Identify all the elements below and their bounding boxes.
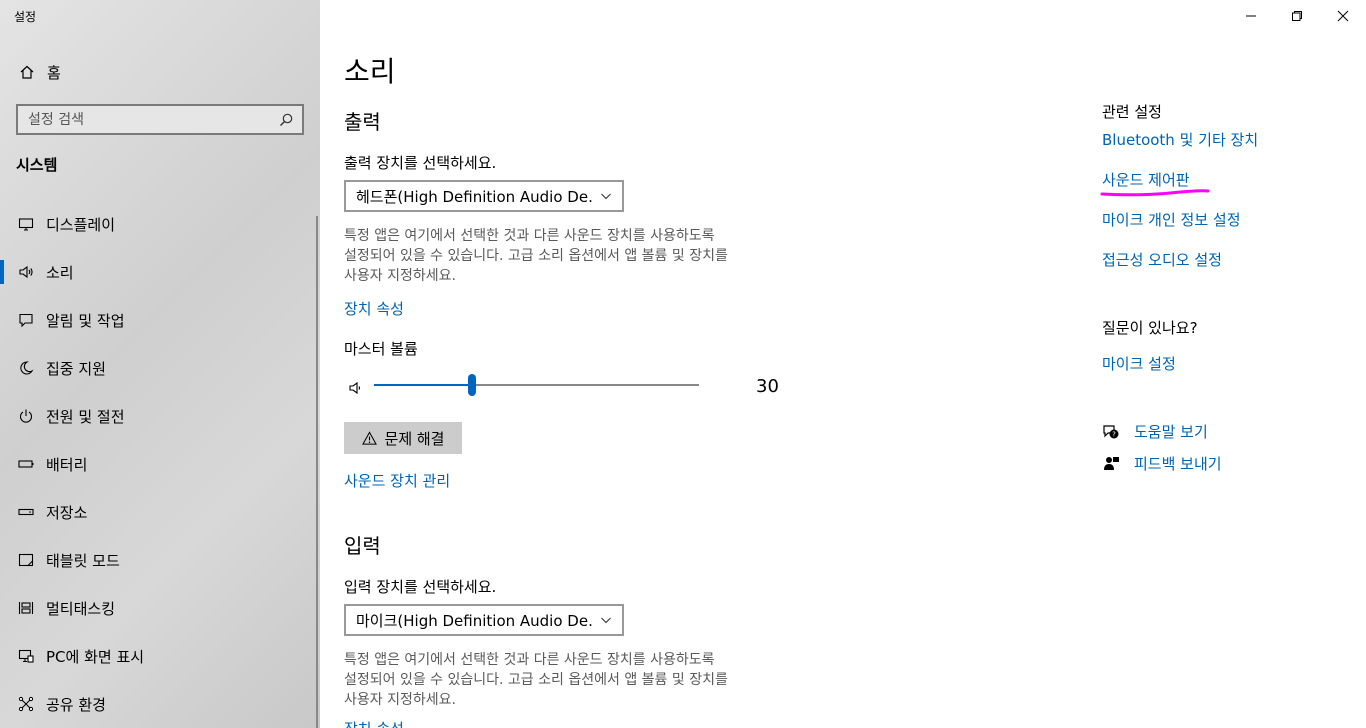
battery-icon <box>15 453 37 475</box>
output-desc-line: 특정 앱은 여기에서 선택한 것과 다른 사운드 장치를 사용하도록 <box>344 228 715 244</box>
sidebar-item-display[interactable]: 디스플레이 <box>0 200 320 248</box>
nav-home[interactable]: 홈 <box>16 60 61 84</box>
sidebar-scrollbar[interactable] <box>316 216 318 728</box>
sidebar-item-label: 소리 <box>46 263 74 282</box>
warning-icon <box>361 430 377 445</box>
slider-fill <box>374 384 472 386</box>
input-desc-line: 특정 앱은 여기에서 선택한 것과 다른 사운드 장치를 사용하도록 <box>344 652 715 668</box>
search-icon[interactable] <box>278 112 294 128</box>
question-heading: 질문이 있나요? <box>1102 319 1198 337</box>
main-content: 소리 출력 출력 장치를 선택하세요. 헤드폰(High Definition … <box>320 0 1366 728</box>
sidebar-item-label: 멀티태스킹 <box>46 599 116 618</box>
accessibility-audio-settings-link[interactable]: 접근성 오디오 설정 <box>1102 249 1222 270</box>
app-title: 설정 <box>14 10 37 24</box>
input-device-dropdown[interactable]: 마이크(High Definition Audio De... <box>344 604 624 636</box>
sidebar-item-tablet[interactable]: 태블릿 모드 <box>0 536 320 584</box>
search-input[interactable] <box>28 111 278 128</box>
sidebar: 설정 홈 시스템 디스플레이 소리 알림 및 작업 집중 지원 전원 및 절 <box>0 0 320 728</box>
troubleshoot-button[interactable]: 문제 해결 <box>344 422 462 454</box>
input-device-properties-link[interactable]: 장치 속성 <box>344 718 404 728</box>
sidebar-item-label: 전원 및 절전 <box>46 407 125 426</box>
sidebar-item-label: PC에 화면 표시 <box>46 647 145 666</box>
output-description: 특정 앱은 여기에서 선택한 것과 다른 사운드 장치를 사용하도록 설정되어 … <box>344 226 804 286</box>
output-heading: 출력 <box>344 110 381 134</box>
sidebar-item-label: 저장소 <box>46 503 88 522</box>
volume-value: 30 <box>756 376 779 397</box>
close-icon <box>1337 10 1349 22</box>
troubleshoot-label: 문제 해결 <box>384 429 445 448</box>
page-title: 소리 <box>344 55 396 88</box>
notification-icon <box>15 309 37 331</box>
storage-icon <box>15 501 37 523</box>
chevron-down-icon <box>601 617 611 624</box>
multitasking-icon <box>15 597 37 619</box>
input-desc-line: 설정되어 있을 수 있습니다. 고급 소리 옵션에서 앱 볼륨 및 장치를 <box>344 672 728 688</box>
master-volume-slider[interactable] <box>344 374 784 400</box>
send-feedback-label: 피드백 보내기 <box>1134 455 1222 473</box>
related-settings-heading: 관련 설정 <box>1102 103 1162 121</box>
speaker-icon <box>15 261 37 283</box>
highlight-underline <box>1100 189 1210 197</box>
sidebar-item-label: 태블릿 모드 <box>46 551 120 570</box>
sidebar-item-share[interactable]: 공유 환경 <box>0 680 320 728</box>
restore-icon <box>1292 11 1302 21</box>
output-device-value: 헤드폰(High Definition Audio De... <box>356 187 594 206</box>
output-desc-line: 사용자 지정하세요. <box>344 268 456 284</box>
slider-track[interactable] <box>374 374 699 396</box>
help-chat-icon: ? <box>1103 424 1119 438</box>
mic-privacy-settings-link[interactable]: 마이크 개인 정보 설정 <box>1102 209 1241 230</box>
master-volume-label: 마스터 볼륨 <box>344 340 418 358</box>
share-icon <box>15 693 37 715</box>
output-device-properties-link[interactable]: 장치 속성 <box>344 298 404 319</box>
send-feedback-link[interactable]: 피드백 보내기 <box>1102 453 1222 474</box>
output-desc-line: 설정되어 있을 수 있습니다. 고급 소리 옵션에서 앱 볼륨 및 장치를 <box>344 248 728 264</box>
close-button[interactable] <box>1320 0 1366 32</box>
sidebar-item-label: 디스플레이 <box>46 215 116 234</box>
moon-icon <box>15 357 37 379</box>
minimize-icon <box>1246 15 1256 17</box>
svg-text:?: ? <box>1112 430 1116 438</box>
get-help-label: 도움말 보기 <box>1134 423 1208 441</box>
input-heading: 입력 <box>344 534 381 558</box>
sidebar-item-project[interactable]: PC에 화면 표시 <box>0 632 320 680</box>
input-desc-line: 사용자 지정하세요. <box>344 692 456 708</box>
nav-list: 디스플레이 소리 알림 및 작업 집중 지원 전원 및 절전 배터리 저장소 태… <box>0 200 320 728</box>
minimize-button[interactable] <box>1228 0 1274 32</box>
nav-home-label: 홈 <box>47 63 61 82</box>
volume-speaker-icon[interactable] <box>348 380 364 396</box>
sidebar-item-focus[interactable]: 집중 지원 <box>0 344 320 392</box>
sound-control-panel-link[interactable]: 사운드 제어판 <box>1102 169 1190 190</box>
get-help-link[interactable]: ? 도움말 보기 <box>1102 421 1208 442</box>
sidebar-item-sound[interactable]: 소리 <box>0 248 320 296</box>
mic-settings-link[interactable]: 마이크 설정 <box>1102 353 1176 374</box>
power-icon <box>15 405 37 427</box>
manage-sound-devices-link[interactable]: 사운드 장치 관리 <box>344 470 450 491</box>
restore-button[interactable] <box>1274 0 1320 32</box>
input-select-label: 입력 장치를 선택하세요. <box>344 578 497 596</box>
sidebar-item-label: 배터리 <box>46 455 88 474</box>
sidebar-item-battery[interactable]: 배터리 <box>0 440 320 488</box>
slider-thumb[interactable] <box>467 374 476 396</box>
sidebar-item-notifications[interactable]: 알림 및 작업 <box>0 296 320 344</box>
sidebar-item-power[interactable]: 전원 및 절전 <box>0 392 320 440</box>
chevron-down-icon <box>601 193 611 200</box>
tablet-icon <box>15 549 37 571</box>
sidebar-item-multitasking[interactable]: 멀티태스킹 <box>0 584 320 632</box>
sidebar-item-storage[interactable]: 저장소 <box>0 488 320 536</box>
monitor-icon <box>15 213 37 235</box>
section-label: 시스템 <box>16 156 58 174</box>
search-box[interactable] <box>16 104 304 135</box>
input-device-value: 마이크(High Definition Audio De... <box>356 611 594 630</box>
window-controls <box>1228 0 1366 32</box>
output-device-dropdown[interactable]: 헤드폰(High Definition Audio De... <box>344 180 624 212</box>
input-description: 특정 앱은 여기에서 선택한 것과 다른 사운드 장치를 사용하도록 설정되어 … <box>344 650 804 710</box>
bluetooth-devices-link[interactable]: Bluetooth 및 기타 장치 <box>1102 129 1258 150</box>
sidebar-item-label: 공유 환경 <box>46 695 106 714</box>
feedback-icon <box>1104 456 1119 470</box>
output-select-label: 출력 장치를 선택하세요. <box>344 154 497 172</box>
sidebar-item-label: 알림 및 작업 <box>46 311 125 330</box>
project-icon <box>15 645 37 667</box>
sidebar-item-label: 집중 지원 <box>46 359 106 378</box>
home-icon <box>16 61 38 83</box>
